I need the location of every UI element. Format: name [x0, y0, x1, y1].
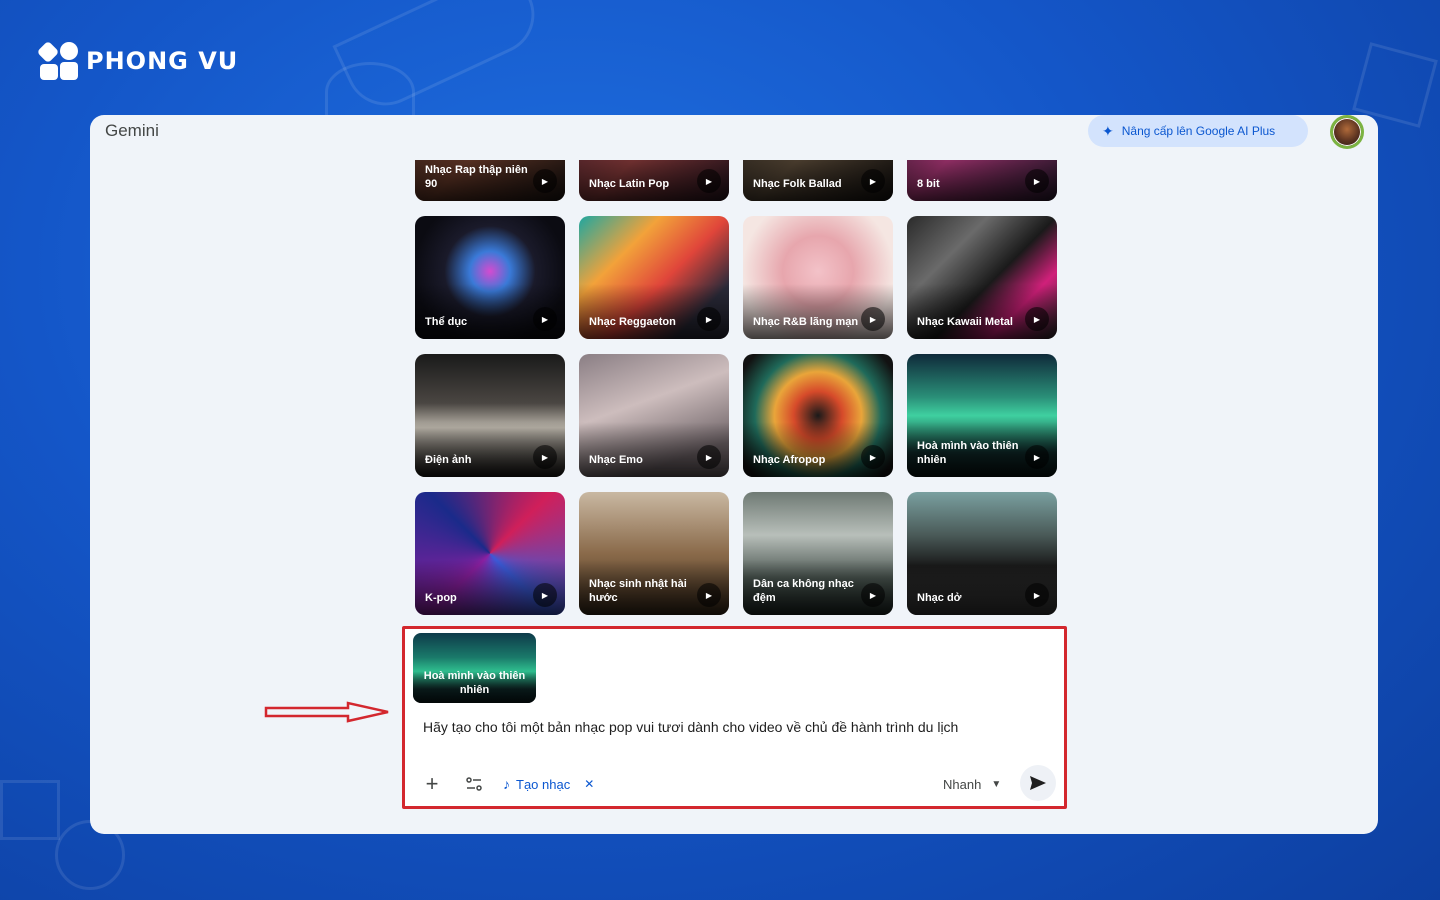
card-label: Nhạc Folk Ballad [753, 178, 842, 190]
play-icon[interactable]: ▶ [861, 307, 885, 331]
card-8-bit[interactable]: 8 bit ▶ [907, 160, 1057, 201]
card-emo[interactable]: Nhạc Emo ▶ [579, 354, 729, 477]
send-button[interactable] [1020, 765, 1056, 801]
play-icon[interactable]: ▶ [1025, 307, 1049, 331]
music-style-gallery: Nhạc Rap thập niên 90 ▶ Nhạc Latin Pop ▶ Nhạ… [415, 160, 1065, 620]
attached-style-chip[interactable]: Hoà mình vào thiên nhiên [413, 633, 536, 703]
play-icon[interactable]: ▶ [861, 169, 885, 193]
mode-label: Nhanh [943, 776, 982, 792]
play-icon[interactable]: ▶ [533, 307, 557, 331]
prompt-composer: Hoà mình vào thiên nhiên Hãy tạo cho tôi… [402, 626, 1067, 809]
sparkle-icon: ✦ [1102, 122, 1114, 139]
create-music-chip[interactable]: ♪ Tạo nhạc ✕ [503, 769, 594, 799]
brand-mark-icon [36, 40, 80, 80]
card-the-duc[interactable]: Thể dục ▶ [415, 216, 565, 339]
card-birthday[interactable]: Nhạc sinh nhật hài hước ▶ [579, 492, 729, 615]
chevron-down-icon: ▼ [991, 778, 1002, 790]
card-label: Nhạc Emo [589, 454, 643, 466]
card-reggaeton[interactable]: Nhạc Reggaeton ▶ [579, 216, 729, 339]
app-title[interactable]: Gemini [105, 121, 159, 141]
prompt-input[interactable]: Hãy tạo cho tôi một bản nhạc pop vui tươ… [423, 719, 958, 735]
card-label: Nhạc R&B lãng mạn [753, 316, 859, 328]
card-label: Nhạc Kawaii Metal [917, 316, 1013, 328]
play-icon[interactable]: ▶ [1025, 583, 1049, 607]
tools-icon[interactable] [461, 769, 487, 799]
card-folk-ballad[interactable]: Nhạc Folk Ballad ▶ [743, 160, 893, 201]
play-icon[interactable]: ▶ [533, 169, 557, 193]
attached-style-label: Hoà mình vào thiên nhiên [423, 670, 526, 696]
upgrade-button[interactable]: ✦ Nâng cấp lên Google AI Plus [1088, 115, 1308, 147]
send-icon [1030, 776, 1046, 790]
upgrade-label: Nâng cấp lên Google AI Plus [1121, 124, 1276, 138]
card-label: Nhạc Latin Pop [589, 178, 670, 190]
card-label: Nhạc dở [917, 592, 962, 604]
play-icon[interactable]: ▶ [697, 445, 721, 469]
play-icon[interactable]: ▶ [861, 445, 885, 469]
card-label: Nhạc sinh nhật hài hước [589, 578, 687, 604]
brand-logo: PHONG VU [36, 40, 239, 80]
card-afropop[interactable]: Nhạc Afropop ▶ [743, 354, 893, 477]
mode-select[interactable]: Nhanh ▼ [943, 769, 1001, 799]
play-icon[interactable]: ▶ [533, 445, 557, 469]
card-latin-pop[interactable]: Nhạc Latin Pop ▶ [579, 160, 729, 201]
gemini-window: Gemini ✦ Nâng cấp lên Google AI Plus Nhạ… [90, 115, 1378, 834]
play-icon[interactable]: ▶ [861, 583, 885, 607]
play-icon[interactable]: ▶ [533, 583, 557, 607]
card-label: K-pop [425, 592, 457, 604]
add-icon[interactable]: + [419, 769, 445, 799]
card-bad-music[interactable]: Nhạc dở ▶ [907, 492, 1057, 615]
card-dien-anh[interactable]: Điện ảnh ▶ [415, 354, 565, 477]
music-note-icon: ♪ [503, 776, 510, 792]
card-folk-acapella[interactable]: Dân ca không nhạc đệm ▶ [743, 492, 893, 615]
card-label: Điện ảnh [425, 454, 472, 466]
annotation-arrow-icon [264, 701, 389, 723]
card-label: Nhạc Afropop [753, 454, 826, 466]
card-label: Nhạc Reggaeton [589, 316, 676, 328]
bg-decoration [0, 780, 60, 840]
card-kpop[interactable]: K-pop ▶ [415, 492, 565, 615]
card-label: Dân ca không nhạc đệm [753, 578, 854, 604]
play-icon[interactable]: ▶ [1025, 445, 1049, 469]
card-label: Thể dục [425, 316, 468, 328]
card-label: Hoà mình vào thiên nhiên [917, 440, 1019, 466]
card-rnb[interactable]: Nhạc R&B lãng mạn ▶ [743, 216, 893, 339]
play-icon[interactable]: ▶ [697, 583, 721, 607]
create-music-label: Tạo nhạc [516, 776, 571, 792]
play-icon[interactable]: ▶ [1025, 169, 1049, 193]
bg-decoration [325, 62, 415, 122]
avatar[interactable] [1330, 115, 1364, 149]
card-label: Nhạc Rap thập niên 90 [425, 164, 528, 190]
card-label: 8 bit [917, 178, 940, 190]
play-icon[interactable]: ▶ [697, 169, 721, 193]
card-nature[interactable]: Hoà mình vào thiên nhiên ▶ [907, 354, 1057, 477]
card-rap-90s[interactable]: Nhạc Rap thập niên 90 ▶ [415, 160, 565, 201]
close-icon[interactable]: ✕ [584, 777, 594, 791]
brand-name: PHONG VU [86, 47, 239, 75]
card-kawaii-metal[interactable]: Nhạc Kawaii Metal ▶ [907, 216, 1057, 339]
play-icon[interactable]: ▶ [697, 307, 721, 331]
